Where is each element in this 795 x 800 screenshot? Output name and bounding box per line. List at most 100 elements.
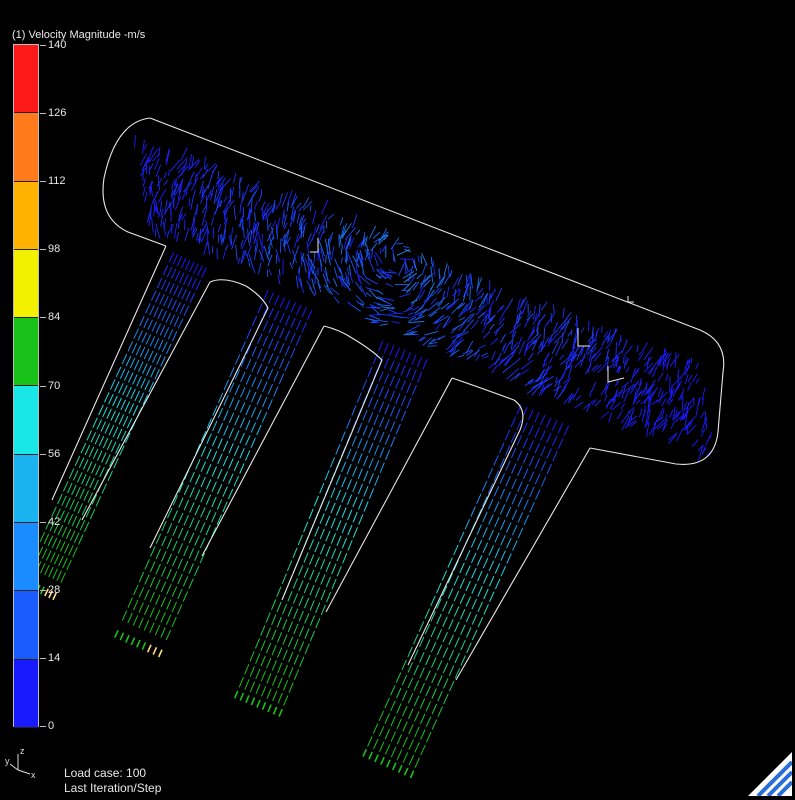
velocity-vector: [524, 515, 529, 525]
velocity-vector: [61, 573, 66, 583]
velocity-vector: [178, 287, 183, 297]
velocity-vector: [252, 392, 256, 402]
velocity-vector: [117, 429, 122, 439]
velocity-vector: [536, 490, 541, 500]
velocity-vector: [454, 545, 459, 555]
velocity-vector: [218, 423, 222, 433]
velocity-vector: [175, 271, 180, 281]
velocity-vector: [374, 430, 378, 440]
velocity-vector: [352, 451, 356, 461]
velocity-vector: [157, 355, 162, 365]
velocity-vector: [277, 218, 280, 231]
velocity-vector: [145, 575, 149, 585]
velocity-vector: [246, 390, 250, 400]
velocity-vector: [419, 290, 425, 300]
velocity-vector: [700, 412, 705, 419]
velocity-vector: [232, 187, 234, 196]
velocity-vector: [692, 440, 698, 447]
velocity-vector: [68, 483, 73, 493]
velocity-vector: [70, 500, 75, 510]
velocity-vector: [289, 667, 293, 677]
velocity-vector: [70, 531, 75, 541]
velocity-vector: [184, 561, 189, 571]
velocity-vector: [283, 604, 287, 614]
velocity-vector: [360, 286, 366, 297]
velocity-vector: [120, 446, 125, 456]
velocity-vector: [245, 679, 249, 689]
velocity-vector: [494, 455, 499, 465]
velocity-vector: [320, 514, 324, 524]
velocity-vector: [529, 441, 534, 451]
velocity-vector: [146, 303, 151, 313]
velocity-vector: [257, 700, 260, 707]
velocity-vector: [212, 512, 217, 522]
velocity-vector: [257, 425, 261, 435]
velocity-vector: [336, 475, 340, 485]
velocity-vector: [113, 427, 118, 437]
velocity-vector: [332, 579, 336, 589]
velocity-vector: [72, 516, 77, 526]
velocity-vector: [364, 456, 368, 466]
velocity-vector: [280, 238, 281, 253]
velocity-vector: [60, 542, 65, 552]
velocity-vector: [401, 350, 405, 360]
velocity-vector: [139, 603, 143, 613]
velocity-vector: [389, 310, 397, 314]
velocity-vector: [252, 362, 256, 372]
velocity-vector: [342, 508, 346, 518]
velocity-vector: [550, 357, 553, 363]
velocity-vector: [315, 557, 319, 567]
velocity-vector: [447, 287, 449, 298]
velocity-vector: [171, 179, 175, 188]
velocity-vector: [308, 233, 311, 242]
velocity-vector: [175, 223, 177, 239]
velocity-vector: [391, 437, 395, 447]
velocity-vector: [453, 277, 459, 289]
velocity-vector: [331, 503, 335, 513]
velocity-vector: [246, 695, 249, 702]
velocity-vector: [285, 331, 290, 341]
velocity-vector: [262, 686, 266, 696]
velocity-vector: [45, 565, 50, 575]
velocity-vector: [223, 441, 227, 451]
velocity-vector: [166, 615, 170, 625]
velocity-vector: [688, 375, 692, 382]
velocity-vector: [685, 374, 688, 384]
velocity-vector: [476, 305, 486, 315]
velocity-vector: [369, 428, 373, 438]
velocity-vector: [414, 696, 419, 706]
velocity-vector: [82, 505, 87, 515]
velocity-vector: [93, 418, 98, 428]
velocity-vector: [201, 477, 205, 487]
velocity-vector: [524, 469, 529, 479]
velocity-vector: [667, 353, 672, 359]
velocity-vector: [301, 252, 302, 267]
velocity-vector: [257, 379, 262, 389]
velocity-vector: [397, 750, 402, 760]
velocity-vector: [466, 581, 471, 591]
velocity-vector: [274, 326, 278, 336]
velocity-vector: [341, 245, 342, 254]
velocity-vector: [252, 346, 256, 356]
velocity-vector: [97, 420, 102, 430]
velocity-vector: [337, 566, 341, 576]
velocity-vector: [310, 205, 311, 211]
flow-viewport[interactable]: [0, 0, 795, 800]
velocity-vector: [482, 356, 488, 359]
velocity-vector: [421, 730, 426, 740]
velocity-vector: [326, 577, 330, 587]
velocity-vector: [241, 240, 243, 247]
velocity-vector: [397, 249, 410, 255]
velocity-vector: [238, 258, 240, 264]
velocity-vector: [332, 564, 336, 574]
velocity-vector: [438, 707, 443, 717]
velocity-vector: [87, 462, 92, 472]
velocity-vector: [312, 278, 314, 288]
velocity-vector: [84, 491, 89, 501]
velocity-vector: [494, 502, 499, 512]
velocity-vector: [359, 275, 370, 285]
velocity-vector: [431, 283, 435, 291]
velocity-vector: [303, 197, 309, 207]
velocity-vector: [592, 365, 598, 370]
velocity-vector: [319, 253, 322, 266]
